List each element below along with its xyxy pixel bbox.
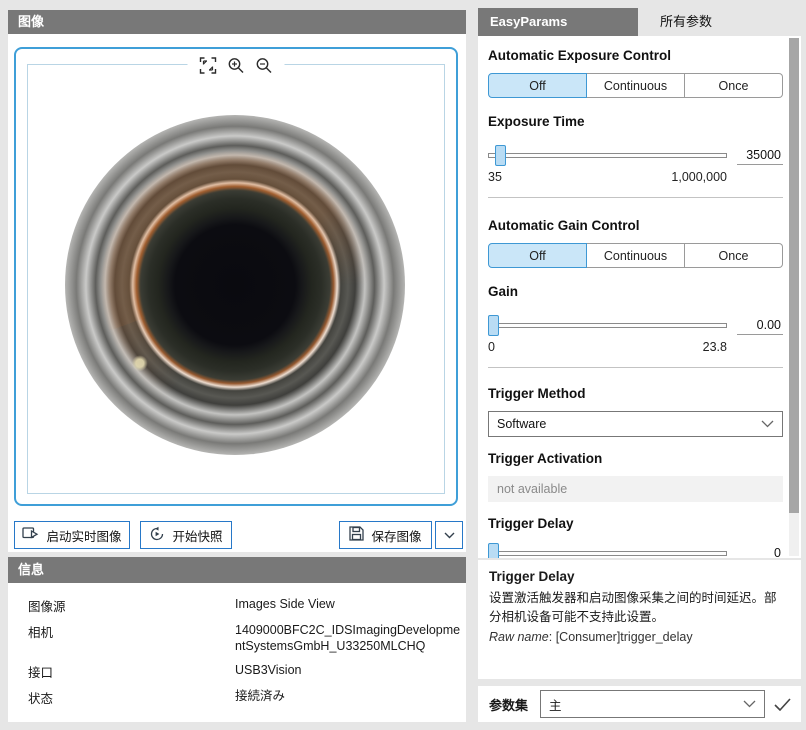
parameter-set-dropdown[interactable]: 主 [540,690,765,718]
gain-title: Gain [488,284,519,299]
info-row-status: 状态 接続済み [28,688,456,707]
image-toolbar [187,56,285,74]
zoom-out-icon[interactable] [256,57,273,74]
gain-max-label: 23.8 [702,340,727,354]
slider-track[interactable] [488,551,727,556]
image-panel-header: 图像 [8,10,466,34]
image-viewport [14,47,458,506]
live-image-icon [22,526,39,544]
gain-min-label: 0 [488,340,495,354]
info-value: 接続済み [235,688,286,703]
exposure-time-value-field[interactable]: 35000 [737,147,783,165]
easyparams-scroll-area: Automatic Exposure Control Off Continuou… [478,36,801,558]
gain-value-field[interactable]: 0.00 [737,317,783,335]
chevron-down-icon [444,528,455,542]
info-panel: 图像源 Images Side View 相机 1409000BFC2C_IDS… [8,583,466,722]
section-divider [488,367,783,368]
info-panel-header: 信息 [8,557,466,583]
apply-checkmark-button[interactable] [774,697,791,711]
parameter-set-row: 参数集 主 [478,686,801,722]
exposure-min-label: 35 [488,170,502,184]
fit-to-window-icon[interactable] [199,56,217,74]
agc-option-continuous[interactable]: Continuous [587,243,685,268]
chevron-down-icon [761,417,774,431]
agc-option-once[interactable]: Once [685,243,783,268]
start-snapshot-button[interactable]: 开始快照 [140,521,232,549]
exposure-time-title: Exposure Time [488,114,585,129]
save-image-more-button[interactable] [435,521,463,549]
save-icon [349,526,365,544]
description-text: 设置激活触发器和启动图像采集之间的时间延迟。部分相机设备可能不支持此设置。 [489,591,777,625]
exposure-max-label: 1,000,000 [671,170,727,184]
exposure-time-slider-row: 35000 [488,145,783,166]
info-value: 1409000BFC2C_IDSImagingDevelopmentSystem… [235,623,461,654]
info-label: 相机 [28,626,54,640]
start-snapshot-label: 开始快照 [172,529,223,544]
tab-easyparams[interactable]: EasyParams [478,8,638,36]
trigger-delay-slider-row: 0 [488,543,783,558]
description-raw-name: Raw name: [Consumer]trigger_delay [489,630,787,644]
info-value: Images Side View [235,597,335,611]
snapshot-icon [149,526,165,545]
aec-title: Automatic Exposure Control [488,48,672,63]
info-value: USB3Vision [235,662,302,677]
scrollbar-thumb[interactable] [789,38,799,513]
save-image-label: 保存图像 [371,529,422,544]
info-label: 接口 [28,665,54,680]
trigger-activation-field: not available [488,476,783,502]
parameter-set-value: 主 [549,698,562,713]
save-image-button[interactable]: 保存图像 [339,521,432,549]
slider-thumb[interactable] [495,145,506,166]
trigger-activation-value: not available [497,482,568,496]
gain-slider[interactable] [488,315,727,336]
trigger-method-dropdown[interactable]: Software [488,411,783,437]
agc-segmented-control: Off Continuous Once [488,243,783,268]
slider-track[interactable] [488,323,727,328]
agc-title: Automatic Gain Control [488,218,640,233]
scrollbar[interactable] [789,38,799,556]
slider-thumb[interactable] [488,543,499,558]
parameter-description-panel: Trigger Delay 设置激活触发器和启动图像采集之间的时间延迟。部分相机… [478,560,801,679]
trigger-delay-value-field[interactable]: 0 [737,545,783,559]
trigger-method-title: Trigger Method [488,386,586,401]
exposure-time-slider[interactable] [488,145,727,166]
raw-name-value: : [Consumer]trigger_delay [548,629,693,644]
raw-name-label: Raw name [489,629,549,644]
info-row-interface: 接口 USB3Vision [28,662,456,681]
aec-option-continuous[interactable]: Continuous [587,73,685,98]
start-live-image-button[interactable]: 启动实时图像 [14,521,130,549]
parameter-tabs: EasyParams 所有参数 [478,8,726,36]
image-button-bar: 启动实时图像 开始快照 保存图像 [14,521,463,549]
trigger-method-value: Software [497,417,547,431]
trigger-activation-title: Trigger Activation [488,451,603,466]
info-label: 图像源 [28,600,66,614]
zoom-in-icon[interactable] [228,57,245,74]
agc-option-off[interactable]: Off [488,243,587,268]
aec-option-once[interactable]: Once [685,73,783,98]
slider-thumb[interactable] [488,315,499,336]
gain-slider-row: 0.00 [488,315,783,336]
description-title: Trigger Delay [489,569,575,584]
gain-range: 0 23.8 [488,340,727,354]
info-row-camera: 相机 1409000BFC2C_IDSImagingDevelopmentSys… [28,622,460,655]
camera-image-highlight [65,115,405,455]
info-label: 状态 [28,691,54,706]
start-live-image-label: 启动实时图像 [46,529,122,544]
trigger-delay-title: Trigger Delay [488,516,574,531]
image-panel: 启动实时图像 开始快照 保存图像 [8,34,466,552]
tab-all-parameters[interactable]: 所有参数 [638,8,726,36]
aec-segmented-control: Off Continuous Once [488,73,783,98]
slider-track[interactable] [488,153,727,158]
parameter-set-label: 参数集 [489,697,529,713]
exposure-time-range: 35 1,000,000 [488,170,727,184]
aec-option-off[interactable]: Off [488,73,587,98]
trigger-delay-slider[interactable] [488,543,727,558]
chevron-down-icon [743,697,756,711]
section-divider [488,197,783,198]
info-row-image-source: 图像源 Images Side View [28,596,456,615]
